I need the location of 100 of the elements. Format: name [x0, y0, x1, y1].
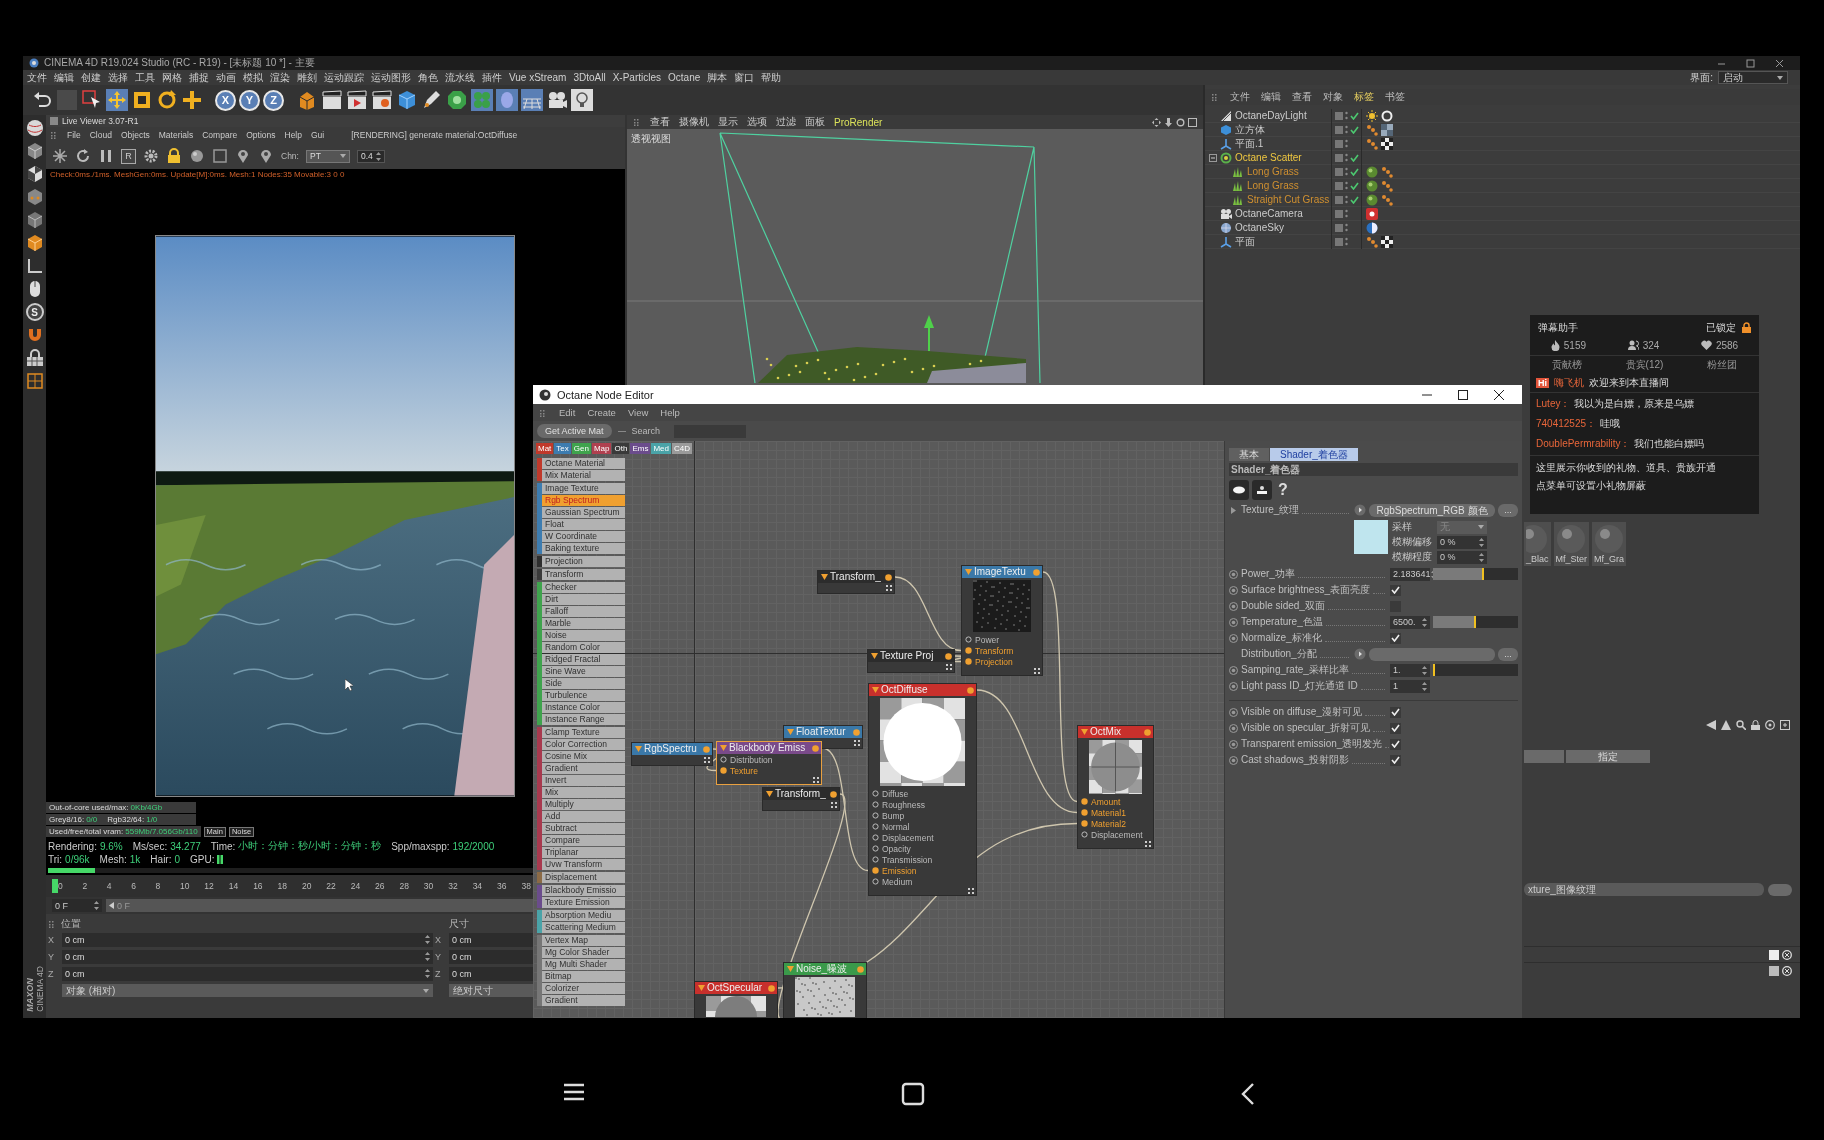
empty-port-icon[interactable] — [720, 756, 727, 763]
tab[interactable]: 贡献榜 — [1551, 357, 1582, 372]
node-type-item[interactable]: Instance Color — [542, 702, 625, 713]
more-button[interactable]: ... — [1498, 647, 1518, 661]
object-name[interactable]: OctaneSky — [1235, 222, 1284, 233]
size-field[interactable]: 0 cm — [449, 966, 533, 981]
light-bulb-icon[interactable] — [571, 89, 593, 111]
empty-port-icon[interactable] — [872, 801, 879, 808]
menu-item[interactable]: 运动图形 — [371, 70, 411, 85]
node-type-item[interactable]: Sine Wave — [542, 666, 625, 677]
checkbox[interactable] — [1390, 632, 1401, 644]
clapperboard-circle-icon[interactable] — [371, 89, 393, 111]
menu-item[interactable]: 选项 — [747, 115, 767, 129]
menu-item[interactable]: Materials — [158, 130, 194, 140]
more-button[interactable]: ... — [1498, 503, 1518, 517]
radio-circle-icon[interactable] — [1229, 755, 1238, 765]
category-tab[interactable]: Ems — [630, 443, 651, 454]
node-type-item[interactable]: Subtract — [542, 823, 625, 834]
connected-port-icon[interactable] — [1081, 798, 1088, 805]
node-type-item[interactable]: Random Color — [542, 642, 625, 653]
size-mode-dropdown[interactable]: 绝对尺寸 — [449, 984, 533, 997]
slider-thumb-icon[interactable] — [109, 902, 114, 909]
menu-item[interactable]: Vue xStream — [509, 72, 567, 83]
number-field[interactable]: 0 % — [1437, 535, 1487, 549]
chevron-left-icon[interactable] — [1240, 1082, 1256, 1106]
radio-circle-icon[interactable] — [1229, 633, 1238, 643]
radio-circle-icon[interactable] — [1229, 617, 1238, 627]
dots-icon[interactable] — [1345, 153, 1348, 162]
number-field[interactable]: 2.183641 — [1390, 567, 1430, 581]
empty-port-icon[interactable] — [872, 790, 879, 797]
window-grid-icon[interactable] — [25, 372, 44, 390]
node-type-item[interactable]: Compare — [542, 835, 625, 846]
window-icon[interactable] — [1188, 117, 1197, 127]
node-type-item[interactable]: Dirt — [542, 594, 625, 605]
tab[interactable]: 粉丝团 — [1707, 357, 1738, 372]
search-icon[interactable] — [1736, 720, 1746, 730]
output-port-icon[interactable] — [885, 573, 892, 581]
region-render-button[interactable]: R — [121, 148, 136, 164]
connected-port-icon[interactable] — [872, 867, 879, 874]
node-type-item[interactable]: Clamp Texture — [542, 727, 625, 738]
position-field[interactable]: 0 cm — [62, 966, 433, 981]
channel-dropdown[interactable]: PT — [305, 149, 350, 163]
radio-circle-icon[interactable] — [1229, 707, 1238, 717]
menu-item[interactable]: X-Particles — [612, 72, 662, 83]
pen-icon[interactable] — [421, 89, 443, 111]
object-name[interactable]: Long Grass — [1247, 166, 1299, 177]
object-name[interactable]: Octane Scatter — [1235, 152, 1302, 163]
radio-circle-icon[interactable] — [1229, 569, 1238, 579]
checkbox[interactable] — [1390, 584, 1401, 596]
cross-circle-icon[interactable] — [1782, 950, 1792, 960]
category-tab[interactable]: Map — [591, 443, 612, 454]
object-name[interactable]: OctaneDayLight — [1235, 110, 1307, 121]
node-card[interactable]: Blackbody Emiss Distribution Texture — [716, 741, 822, 785]
cross-circle-icon[interactable] — [1782, 966, 1792, 976]
menu-item[interactable]: 显示 — [718, 115, 738, 129]
node-card[interactable]: OctMix Amount Material1 Material2 Displacement — [1077, 725, 1154, 849]
ring-icon[interactable] — [1176, 117, 1185, 127]
empty-port-icon[interactable] — [1081, 831, 1088, 838]
box-icon[interactable] — [1335, 209, 1343, 218]
output-port-icon[interactable] — [812, 744, 819, 752]
frame-field[interactable]: 0 F — [52, 899, 102, 912]
node-type-item[interactable]: Displacement — [542, 872, 625, 883]
refresh-icon[interactable] — [75, 148, 91, 164]
menu-item[interactable]: Gui — [311, 130, 325, 140]
menu-item[interactable]: 角色 — [418, 70, 438, 85]
menu-item[interactable]: 过滤 — [776, 115, 796, 129]
oval-light-icon[interactable] — [1229, 480, 1249, 500]
number-field[interactable]: 0 % — [1437, 550, 1487, 564]
menu-item[interactable]: Cloud — [89, 130, 112, 140]
slider-fill[interactable] — [1433, 616, 1476, 628]
menu-item[interactable]: File — [67, 130, 81, 140]
node-type-item[interactable]: Gradient — [542, 763, 625, 774]
get-active-material-button[interactable]: Get Active Mat — [537, 424, 612, 438]
empty-port-icon[interactable] — [872, 845, 879, 852]
node-type-item[interactable]: Vertex Map — [542, 935, 625, 946]
size-field[interactable]: 0 cm — [449, 932, 533, 947]
empty-port-icon[interactable] — [965, 636, 972, 643]
sphere-icon[interactable] — [189, 148, 205, 164]
menu-item[interactable]: 编辑 — [54, 70, 74, 85]
node-type-item[interactable]: Mg Multi Shader — [542, 959, 625, 970]
menu-item[interactable]: 创建 — [81, 70, 101, 85]
plus-square-icon[interactable] — [1780, 720, 1790, 730]
object-name[interactable]: Long Grass — [1247, 180, 1299, 191]
close-icon[interactable] — [1775, 58, 1784, 68]
sphere-icon[interactable] — [25, 119, 44, 137]
menu-item[interactable]: 书签 — [1385, 90, 1405, 104]
node-type-item[interactable]: Float — [542, 519, 625, 530]
check-icon[interactable] — [1350, 153, 1359, 162]
node-type-item[interactable]: Invert — [542, 775, 625, 786]
slider-track[interactable] — [1433, 664, 1518, 676]
node-type-item[interactable]: Marble — [542, 618, 625, 629]
menu-item[interactable]: Help — [284, 130, 302, 140]
clapperboard-icon[interactable] — [321, 89, 343, 111]
node-type-item[interactable]: Checker — [542, 582, 625, 593]
menu-item[interactable]: 3DtoAll — [573, 72, 606, 83]
node-type-item[interactable]: Ridged Fractal — [542, 654, 625, 665]
connected-port-icon[interactable] — [965, 647, 972, 654]
dots-icon[interactable] — [1345, 139, 1348, 148]
node-type-item[interactable]: Octane Material — [542, 458, 625, 469]
help-button[interactable]: ? — [1275, 481, 1291, 499]
